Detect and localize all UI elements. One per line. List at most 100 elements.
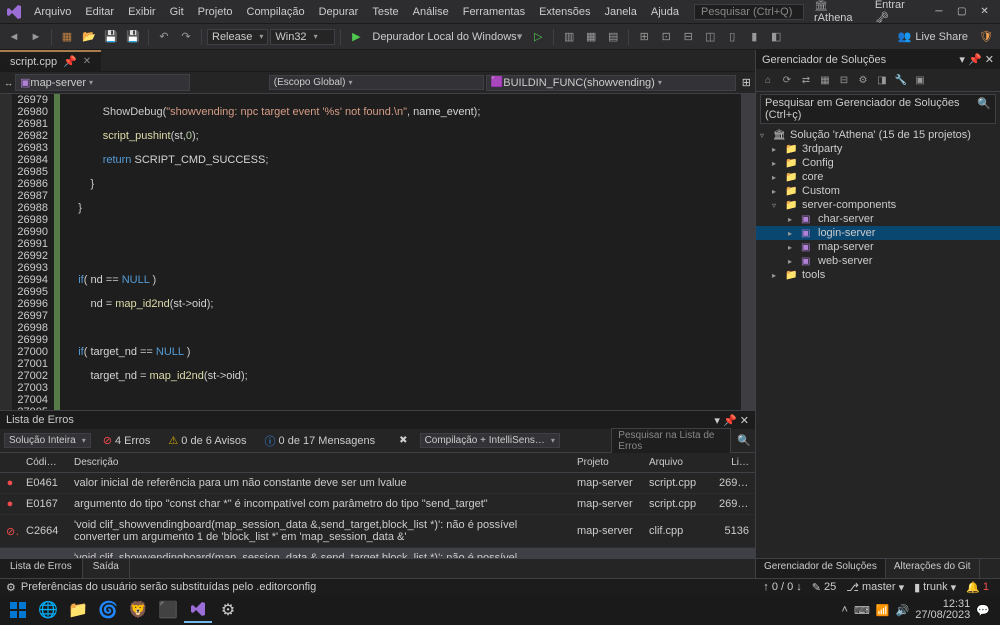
system-tray[interactable]: ˄ ⌨ 📶 🔊 12:31 27/08/2023 💬: [836, 599, 997, 621]
save-button[interactable]: 💾: [101, 27, 121, 47]
tb-icon-3[interactable]: ▤: [603, 27, 623, 47]
status-notifications[interactable]: 🔔1: [961, 581, 994, 594]
error-build-combo[interactable]: Compilação + IntelliSens…: [420, 433, 560, 448]
se-collapse-icon[interactable]: ⊟: [836, 72, 852, 88]
se-close-icon[interactable]: ✕: [985, 54, 994, 66]
tab-solution-explorer[interactable]: Gerenciador de Soluções: [756, 559, 886, 578]
menu-exibir[interactable]: Exibir: [121, 3, 163, 21]
se-search-input[interactable]: Pesquisar em Gerenciador de Soluções (Ct…: [760, 94, 996, 124]
menu-extensoes[interactable]: Extensões: [532, 3, 597, 21]
new-project-button[interactable]: ▦: [57, 27, 77, 47]
tray-wifi-icon[interactable]: 📶: [876, 604, 890, 617]
save-all-button[interactable]: 💾: [123, 27, 143, 47]
tree-folder-tools[interactable]: ▸📁tools: [756, 268, 1000, 282]
minimize-button[interactable]: ─: [928, 2, 951, 22]
error-search-icon[interactable]: 🔍: [737, 434, 751, 447]
nav-project-combo[interactable]: ▣ map-server: [15, 74, 190, 91]
tree-project[interactable]: ▸▣map-server: [756, 240, 1000, 254]
global-search-input[interactable]: Pesquisar (Ctrl+Q): [694, 4, 804, 20]
taskbar-chrome[interactable]: 🌐: [34, 597, 62, 623]
start-debug-button[interactable]: ▶: [346, 27, 366, 47]
tb-icon-1[interactable]: ▥: [559, 27, 579, 47]
se-home-icon[interactable]: ⌂: [760, 72, 776, 88]
status-changes[interactable]: ✎ 25: [807, 581, 841, 594]
menu-ferramentas[interactable]: Ferramentas: [456, 3, 532, 21]
tb-icon-10[interactable]: ◧: [766, 27, 786, 47]
tab-error-list[interactable]: Lista de Erros: [0, 559, 83, 578]
se-pin-icon[interactable]: 📌: [968, 54, 982, 66]
signin-button[interactable]: Entrar 🗝: [867, 0, 928, 27]
nav-split-icon[interactable]: ⊞: [742, 76, 751, 89]
col-line[interactable]: Li…: [713, 455, 755, 470]
se-dropdown-icon[interactable]: ▾: [959, 54, 965, 66]
tree-project[interactable]: ▸▣web-server: [756, 254, 1000, 268]
tray-chevron-icon[interactable]: ˄: [842, 604, 848, 616]
taskbar-vs[interactable]: [184, 597, 212, 623]
tray-lang-icon[interactable]: ⌨: [854, 604, 870, 617]
start-without-debug-button[interactable]: ▷: [528, 27, 548, 47]
menu-editar[interactable]: Editar: [78, 3, 121, 21]
close-button[interactable]: ✕: [973, 2, 996, 22]
platform-combo[interactable]: Win32: [270, 29, 335, 45]
debug-target-combo[interactable]: Depurador Local do Windows ▾: [368, 27, 526, 47]
taskbar-clock[interactable]: 12:31 27/08/2023: [915, 599, 970, 621]
status-branch[interactable]: ⎇ master ▾: [841, 581, 909, 594]
start-button[interactable]: [4, 597, 32, 623]
taskbar-explorer[interactable]: 📁: [64, 597, 92, 623]
code-editor[interactable]: 2697926980269812698226983269842698526986…: [0, 94, 755, 410]
nav-arrow-icon[interactable]: ↔: [4, 78, 13, 88]
tb-icon-2[interactable]: ▦: [581, 27, 601, 47]
editor-scrollbar[interactable]: [741, 94, 755, 410]
tb-icon-6[interactable]: ⊟: [678, 27, 698, 47]
forward-button[interactable]: ►: [26, 27, 46, 47]
status-sync[interactable]: ↑ 0 / 0 ↓: [758, 581, 807, 593]
tree-solution-root[interactable]: ▿🏛Solução 'rAthena' (15 de 15 projetos): [756, 128, 1000, 142]
tree-folder[interactable]: ▸📁Custom: [756, 184, 1000, 198]
tree-project[interactable]: ▸▣char-server: [756, 212, 1000, 226]
se-refresh-icon[interactable]: ⟳: [779, 72, 795, 88]
tb-icon-8[interactable]: ▯: [722, 27, 742, 47]
se-showall-icon[interactable]: ▦: [817, 72, 833, 88]
menu-compilacao[interactable]: Compilação: [240, 3, 312, 21]
col-desc[interactable]: Descrição: [68, 455, 571, 470]
tree-project[interactable]: ▸▣login-server: [756, 226, 1000, 240]
col-code[interactable]: Códi…: [20, 455, 68, 470]
menu-teste[interactable]: Teste: [365, 3, 405, 21]
config-combo[interactable]: Release: [207, 29, 268, 45]
error-pin-icon[interactable]: 📌: [723, 415, 737, 427]
messages-filter-button[interactable]: ⓘ0 de 17 Mensagens: [259, 431, 382, 451]
file-tab-script[interactable]: script.cpp 📌 ✕: [0, 50, 101, 71]
menu-git[interactable]: Git: [163, 3, 191, 21]
menu-arquivo[interactable]: Arquivo: [27, 3, 78, 21]
menu-analise[interactable]: Análise: [406, 3, 456, 21]
tb-icon-7[interactable]: ◫: [700, 27, 720, 47]
tb-icon-4[interactable]: ⊞: [634, 27, 654, 47]
pin-icon[interactable]: 📌: [63, 55, 77, 68]
tray-volume-icon[interactable]: 🔊: [896, 604, 910, 617]
menu-depurar[interactable]: Depurar: [312, 3, 366, 21]
se-wrench-icon[interactable]: 🔧: [893, 72, 909, 88]
error-row[interactable]: ⊘C2664'void clif_showvendingboard(map_se…: [0, 548, 755, 558]
se-preview-icon[interactable]: ◨: [874, 72, 890, 88]
error-close-icon[interactable]: ✕: [740, 415, 749, 427]
menu-ajuda[interactable]: Ajuda: [644, 3, 686, 21]
error-row[interactable]: ⊘C2664'void clif_showvendingboard(map_se…: [0, 515, 755, 548]
error-autohide-icon[interactable]: ▾: [714, 415, 720, 427]
taskbar-app5[interactable]: ⬛: [154, 597, 182, 623]
taskbar-steam[interactable]: ⚙: [214, 597, 242, 623]
se-properties-icon[interactable]: ⚙: [855, 72, 871, 88]
menu-janela[interactable]: Janela: [597, 3, 643, 21]
status-repo[interactable]: ▮ trunk ▾: [909, 581, 961, 594]
error-row[interactable]: ●E0461valor inicial de referência para u…: [0, 473, 755, 494]
errors-filter-button[interactable]: ⊘4 Erros: [97, 432, 157, 449]
warnings-filter-button[interactable]: ⚠0 de 6 Avisos: [162, 432, 252, 449]
error-scope-combo[interactable]: Solução Inteira: [4, 433, 91, 448]
se-sync-icon[interactable]: ⇄: [798, 72, 814, 88]
error-search-input[interactable]: Pesquisar na Lista de Erros: [611, 428, 731, 454]
tab-output[interactable]: Saída: [83, 559, 130, 578]
admin-icon[interactable]: 🛡: [976, 27, 996, 47]
tb-icon-5[interactable]: ⊡: [656, 27, 676, 47]
tree-folder-server-components[interactable]: ▿📁server-components: [756, 198, 1000, 212]
open-button[interactable]: 📂: [79, 27, 99, 47]
maximize-button[interactable]: ▢: [950, 2, 973, 22]
